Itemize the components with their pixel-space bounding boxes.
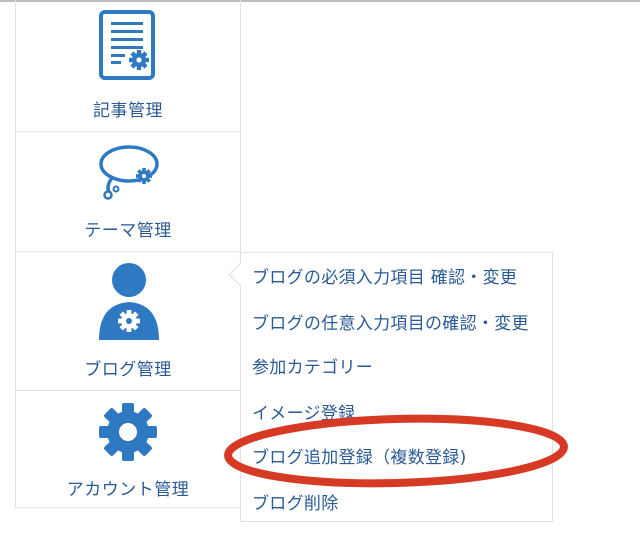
menu-label-blog-management: ブログ管理 [84, 360, 172, 380]
document-gear-icon [99, 10, 155, 80]
thought-bubble-gear-icon [99, 145, 159, 200]
submenu-item-categories[interactable]: 参加カテゴリー [252, 353, 373, 378]
submenu-item-delete-blog[interactable]: ブログ削除 [252, 489, 339, 514]
menu-label-article-management: 記事管理 [93, 101, 163, 121]
admin-menu: 記事管理 テーマ管理 ブログ管理 アカウント管理 [15, 0, 241, 508]
submenu-item-image-registration[interactable]: イメージ登録 [252, 399, 355, 424]
gear-icon [99, 403, 157, 461]
menu-item-theme-management[interactable]: テーマ管理 [16, 132, 240, 252]
submenu-item-required-fields[interactable]: ブログの必須入力項目 確認・変更 [252, 263, 517, 288]
submenu-item-add-blog[interactable]: ブログ追加登録（複数登録) [252, 443, 467, 468]
user-gear-icon [99, 263, 159, 340]
submenu-item-optional-fields[interactable]: ブログの任意入力項目の確認・変更 [252, 309, 529, 334]
menu-label-account-management: アカウント管理 [66, 480, 190, 500]
menu-item-blog-management[interactable]: ブログ管理 [16, 252, 240, 391]
blog-management-submenu: ブログの必須入力項目 確認・変更 ブログの任意入力項目の確認・変更 参加カテゴリ… [228, 252, 553, 522]
page: 記事管理 テーマ管理 ブログ管理 アカウント管理 ブログの必須入力項目 確認・変… [0, 0, 640, 548]
menu-label-theme-management: テーマ管理 [84, 221, 172, 241]
menu-item-article-management[interactable]: 記事管理 [16, 0, 240, 132]
menu-item-account-management[interactable]: アカウント管理 [16, 391, 240, 508]
